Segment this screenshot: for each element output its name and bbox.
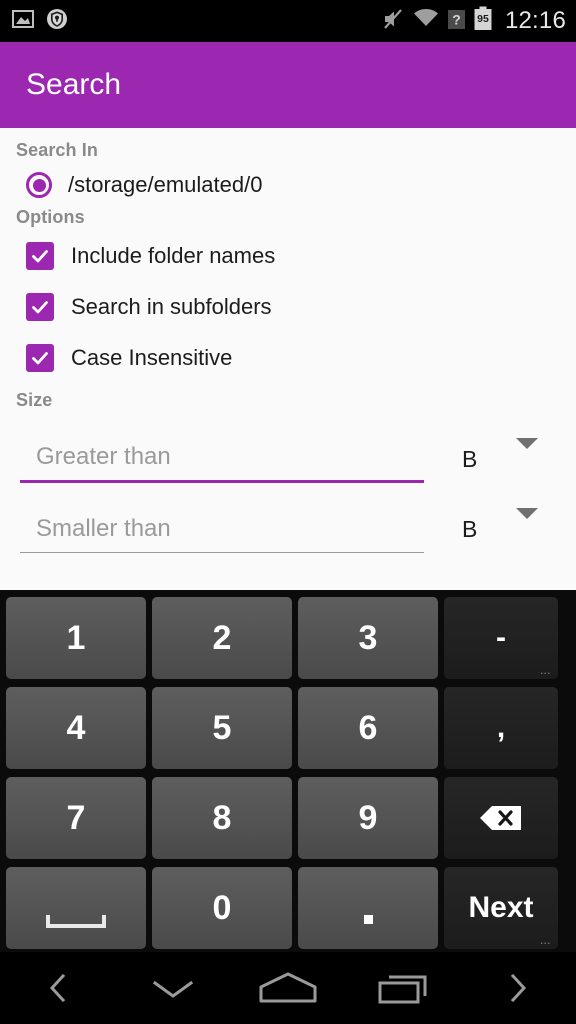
radio-button-selected[interactable] — [26, 172, 52, 198]
search-options-form: Search In /storage/emulated/0 Options In… — [0, 128, 576, 590]
device-screen: ? 95 12:16 Search Search In /storage/emu… — [0, 0, 576, 1024]
checkbox-row-include-folder-names[interactable]: Include folder names — [16, 230, 560, 281]
greater-than-unit-dropdown[interactable] — [516, 438, 538, 483]
status-bar-left-icons — [12, 8, 68, 35]
key-6[interactable]: 6 — [298, 687, 438, 769]
greater-than-underline-focused — [20, 480, 424, 483]
greater-than-field-wrap[interactable]: Greater than — [20, 443, 424, 483]
space-icon — [46, 914, 106, 928]
chevron-right-icon — [511, 973, 527, 1003]
checkbox-label: Case Insensitive — [71, 344, 233, 370]
keyboard-row: 4 5 6 , — [3, 684, 573, 772]
search-in-section-label: Search In — [16, 140, 98, 160]
greater-than-unit-value[interactable]: B — [462, 446, 477, 483]
check-icon — [32, 249, 48, 262]
key-5[interactable]: 5 — [152, 687, 292, 769]
svg-text:?: ? — [452, 11, 461, 27]
smaller-than-input[interactable]: Smaller than — [20, 515, 424, 552]
nav-forward-chevron-right[interactable] — [461, 952, 576, 1024]
key-comma[interactable]: , — [444, 687, 558, 769]
status-bar-right-icons: ? 95 12:16 — [381, 6, 566, 36]
status-bar-clock: 12:16 — [504, 7, 566, 34]
nav-recents[interactable] — [346, 952, 461, 1024]
key-period[interactable] — [298, 867, 438, 949]
key-0[interactable]: 0 — [152, 867, 292, 949]
nav-home[interactable] — [230, 952, 345, 1024]
smaller-than-unit-dropdown[interactable] — [516, 508, 538, 553]
numeric-keyboard: 1 2 3 - ... 4 5 6 , 7 8 9 0 Next ... — [0, 590, 576, 952]
key-next-label: Next — [468, 891, 534, 924]
checkbox-row-search-in-subfolders[interactable]: Search in subfolders — [16, 281, 560, 332]
key-4[interactable]: 4 — [6, 687, 146, 769]
size-smaller-than-row: Smaller than B — [16, 483, 560, 553]
nav-hide-keyboard[interactable] — [115, 952, 230, 1024]
app-bar: Search — [0, 42, 576, 128]
key-minus-label: - — [496, 621, 506, 654]
check-icon — [32, 351, 48, 364]
key-minus[interactable]: - ... — [444, 597, 558, 679]
smaller-than-unit-value[interactable]: B — [462, 516, 477, 553]
keyboard-row: 7 8 9 — [3, 774, 573, 862]
greater-than-input[interactable]: Greater than — [20, 443, 424, 480]
page-title: Search — [26, 68, 122, 101]
home-icon — [259, 972, 317, 1003]
radio-option-label: /storage/emulated/0 — [68, 172, 263, 197]
status-bar: ? 95 12:16 — [0, 0, 576, 42]
navigation-bar — [0, 952, 576, 1024]
checkbox-row-case-insensitive[interactable]: Case Insensitive — [16, 332, 560, 383]
checkbox-checked[interactable] — [26, 343, 54, 372]
mute-icon — [381, 7, 405, 36]
image-icon — [12, 8, 34, 35]
checkbox-checked[interactable] — [26, 241, 54, 270]
recents-icon — [378, 975, 427, 1004]
key-space[interactable] — [6, 867, 146, 949]
key-1[interactable]: 1 — [6, 597, 146, 679]
key-8[interactable]: 8 — [152, 777, 292, 859]
backspace-icon — [480, 806, 521, 830]
chevron-down-icon — [152, 980, 193, 998]
checkbox-label: Include folder names — [71, 242, 276, 268]
keyboard-row: 1 2 3 - ... — [3, 594, 573, 682]
wifi-icon — [412, 8, 440, 35]
check-icon — [32, 300, 48, 313]
key-2[interactable]: 2 — [152, 597, 292, 679]
key-7[interactable]: 7 — [6, 777, 146, 859]
size-greater-than-row: Greater than B — [16, 413, 560, 483]
checkbox-label: Search in subfolders — [71, 293, 272, 319]
radio-dot — [32, 178, 46, 192]
chevron-down-icon — [516, 508, 538, 536]
unknown-sim-icon: ? — [447, 7, 466, 36]
key-long-press-hint: ... — [540, 666, 551, 676]
key-long-press-hint: ... — [540, 936, 551, 946]
nav-back-chevron-left[interactable] — [0, 952, 115, 1024]
shield-lock-icon — [46, 8, 68, 35]
chevron-left-icon — [49, 973, 65, 1003]
keyboard-row: 0 Next ... — [3, 864, 573, 952]
size-section-label: Size — [16, 390, 53, 410]
radio-option-storage-path[interactable]: /storage/emulated/0 — [16, 163, 560, 207]
checkbox-checked[interactable] — [26, 292, 54, 321]
key-9[interactable]: 9 — [298, 777, 438, 859]
dot-icon — [363, 914, 373, 924]
key-3[interactable]: 3 — [298, 597, 438, 679]
options-section-label: Options — [16, 207, 85, 227]
battery-level: 95 — [477, 13, 489, 25]
smaller-than-field-wrap[interactable]: Smaller than — [20, 515, 424, 553]
key-backspace[interactable] — [444, 777, 558, 859]
smaller-than-underline — [20, 552, 424, 553]
battery-icon: 95 — [473, 6, 493, 36]
chevron-down-icon — [516, 438, 538, 466]
key-next[interactable]: Next ... — [444, 867, 558, 949]
